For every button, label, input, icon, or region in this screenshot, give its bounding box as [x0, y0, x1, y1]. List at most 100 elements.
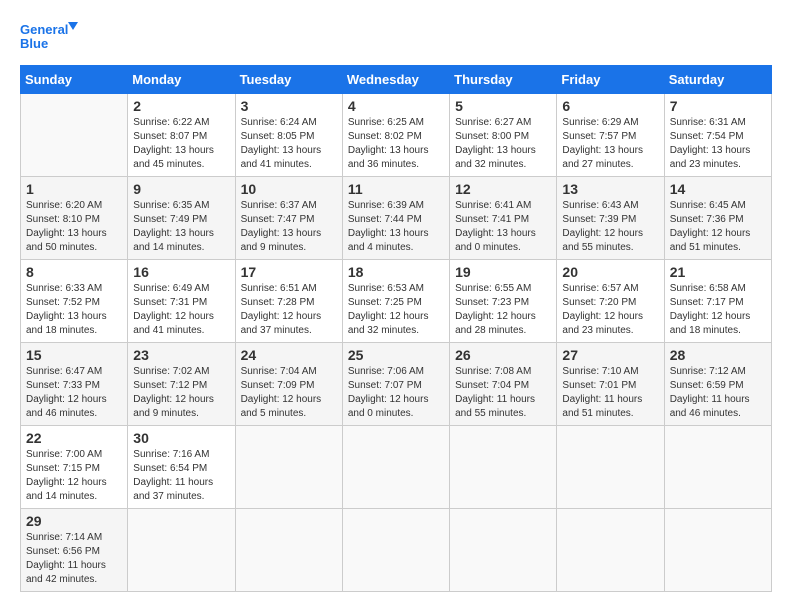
calendar-cell: 16 Sunrise: 6:49 AM Sunset: 7:31 PM Dayli…: [128, 260, 235, 343]
day-header-tuesday: Tuesday: [235, 66, 342, 94]
day-info: Sunrise: 6:43 AM Sunset: 7:39 PM Dayligh…: [562, 199, 658, 255]
day-number: 14: [670, 181, 766, 197]
calendar-cell: 17 Sunrise: 6:51 AM Sunset: 7:28 PM Dayli…: [235, 260, 342, 343]
day-header-wednesday: Wednesday: [342, 66, 449, 94]
day-number: 29: [26, 513, 122, 529]
day-number: 22: [26, 430, 122, 446]
day-info: Sunrise: 7:04 AM Sunset: 7:09 PM Dayligh…: [241, 365, 337, 421]
day-number: 21: [670, 264, 766, 280]
day-info: Sunrise: 7:12 AM Sunset: 6:59 PM Dayligh…: [670, 365, 766, 421]
day-info: Sunrise: 6:20 AM Sunset: 8:10 PM Dayligh…: [26, 199, 122, 255]
day-info: Sunrise: 6:39 AM Sunset: 7:44 PM Dayligh…: [348, 199, 444, 255]
day-number: 25: [348, 347, 444, 363]
day-number: 12: [455, 181, 551, 197]
day-info: Sunrise: 6:29 AM Sunset: 7:57 PM Dayligh…: [562, 116, 658, 172]
calendar-cell: 6 Sunrise: 6:29 AM Sunset: 7:57 PM Daylig…: [557, 94, 664, 177]
calendar-week-5: 29 Sunrise: 7:14 AM Sunset: 6:56 PM Dayli…: [21, 509, 772, 592]
calendar-cell: [21, 94, 128, 177]
day-header-thursday: Thursday: [450, 66, 557, 94]
calendar-cell: 10 Sunrise: 6:37 AM Sunset: 7:47 PM Dayli…: [235, 177, 342, 260]
calendar-cell: 3Sunrise: 6:24 AM Sunset: 8:05 PM Daylig…: [235, 94, 342, 177]
day-info: Sunrise: 7:06 AM Sunset: 7:07 PM Dayligh…: [348, 365, 444, 421]
day-number: 13: [562, 181, 658, 197]
calendar-week-0: 2Sunrise: 6:22 AM Sunset: 8:07 PM Daylig…: [21, 94, 772, 177]
calendar-cell: [664, 509, 771, 592]
day-info: Sunrise: 7:16 AM Sunset: 6:54 PM Dayligh…: [133, 448, 229, 504]
day-info: Sunrise: 6:51 AM Sunset: 7:28 PM Dayligh…: [241, 282, 337, 338]
day-info: Sunrise: 6:37 AM Sunset: 7:47 PM Dayligh…: [241, 199, 337, 255]
calendar-cell: 27Sunrise: 7:10 AM Sunset: 7:01 PM Dayli…: [557, 343, 664, 426]
calendar-cell: 29 Sunrise: 7:14 AM Sunset: 6:56 PM Dayli…: [21, 509, 128, 592]
day-number: 28: [670, 347, 766, 363]
day-info: Sunrise: 6:25 AM Sunset: 8:02 PM Dayligh…: [348, 116, 444, 172]
calendar-cell: [557, 509, 664, 592]
calendar-cell: [450, 509, 557, 592]
logo: GeneralBlue: [20, 20, 80, 55]
calendar-cell: [450, 426, 557, 509]
calendar-week-1: 1 Sunrise: 6:20 AM Sunset: 8:10 PM Daylig…: [21, 177, 772, 260]
day-number: 11: [348, 181, 444, 197]
day-info: Sunrise: 7:00 AM Sunset: 7:15 PM Dayligh…: [26, 448, 122, 504]
day-info: Sunrise: 6:35 AM Sunset: 7:49 PM Dayligh…: [133, 199, 229, 255]
calendar-cell: 4 Sunrise: 6:25 AM Sunset: 8:02 PM Daylig…: [342, 94, 449, 177]
day-number: 24: [241, 347, 337, 363]
day-info: Sunrise: 7:08 AM Sunset: 7:04 PM Dayligh…: [455, 365, 551, 421]
calendar-cell: 26 Sunrise: 7:08 AM Sunset: 7:04 PM Dayli…: [450, 343, 557, 426]
day-number: 19: [455, 264, 551, 280]
day-info: Sunrise: 6:31 AM Sunset: 7:54 PM Dayligh…: [670, 116, 766, 172]
day-header-monday: Monday: [128, 66, 235, 94]
day-number: 4: [348, 98, 444, 114]
day-info: Sunrise: 6:41 AM Sunset: 7:41 PM Dayligh…: [455, 199, 551, 255]
day-number: 9: [133, 181, 229, 197]
day-info: Sunrise: 6:49 AM Sunset: 7:31 PM Dayligh…: [133, 282, 229, 338]
calendar-week-4: 22 Sunrise: 7:00 AM Sunset: 7:15 PM Dayli…: [21, 426, 772, 509]
calendar-cell: 18 Sunrise: 6:53 AM Sunset: 7:25 PM Dayli…: [342, 260, 449, 343]
calendar-cell: [235, 426, 342, 509]
day-number: 18: [348, 264, 444, 280]
day-header-sunday: Sunday: [21, 66, 128, 94]
calendar-cell: 28 Sunrise: 7:12 AM Sunset: 6:59 PM Dayli…: [664, 343, 771, 426]
calendar-cell: 11 Sunrise: 6:39 AM Sunset: 7:44 PM Dayli…: [342, 177, 449, 260]
calendar-cell: 13 Sunrise: 6:43 AM Sunset: 7:39 PM Dayli…: [557, 177, 664, 260]
day-info: Sunrise: 6:53 AM Sunset: 7:25 PM Dayligh…: [348, 282, 444, 338]
day-number: 16: [133, 264, 229, 280]
svg-text:General: General: [20, 22, 68, 37]
day-info: Sunrise: 7:14 AM Sunset: 6:56 PM Dayligh…: [26, 531, 122, 587]
calendar-cell: 2Sunrise: 6:22 AM Sunset: 8:07 PM Daylig…: [128, 94, 235, 177]
day-header-friday: Friday: [557, 66, 664, 94]
calendar-cell: [557, 426, 664, 509]
day-number: 26: [455, 347, 551, 363]
day-number: 10: [241, 181, 337, 197]
calendar-cell: [664, 426, 771, 509]
calendar-cell: 7Sunrise: 6:31 AM Sunset: 7:54 PM Daylig…: [664, 94, 771, 177]
calendar-cell: 25 Sunrise: 7:06 AM Sunset: 7:07 PM Dayli…: [342, 343, 449, 426]
day-number: 17: [241, 264, 337, 280]
day-info: Sunrise: 7:02 AM Sunset: 7:12 PM Dayligh…: [133, 365, 229, 421]
calendar-cell: 22 Sunrise: 7:00 AM Sunset: 7:15 PM Dayli…: [21, 426, 128, 509]
calendar-week-3: 15Sunrise: 6:47 AM Sunset: 7:33 PM Dayli…: [21, 343, 772, 426]
calendar-table: SundayMondayTuesdayWednesdayThursdayFrid…: [20, 65, 772, 592]
day-info: Sunrise: 6:27 AM Sunset: 8:00 PM Dayligh…: [455, 116, 551, 172]
day-number: 3: [241, 98, 337, 114]
day-number: 6: [562, 98, 658, 114]
day-info: Sunrise: 6:33 AM Sunset: 7:52 PM Dayligh…: [26, 282, 122, 338]
day-number: 1: [26, 181, 122, 197]
day-info: Sunrise: 6:55 AM Sunset: 7:23 PM Dayligh…: [455, 282, 551, 338]
day-info: Sunrise: 6:58 AM Sunset: 7:17 PM Dayligh…: [670, 282, 766, 338]
calendar-cell: 24 Sunrise: 7:04 AM Sunset: 7:09 PM Dayli…: [235, 343, 342, 426]
days-header-row: SundayMondayTuesdayWednesdayThursdayFrid…: [21, 66, 772, 94]
day-info: Sunrise: 6:45 AM Sunset: 7:36 PM Dayligh…: [670, 199, 766, 255]
calendar-cell: 12 Sunrise: 6:41 AM Sunset: 7:41 PM Dayli…: [450, 177, 557, 260]
calendar-cell: 5Sunrise: 6:27 AM Sunset: 8:00 PM Daylig…: [450, 94, 557, 177]
day-info: Sunrise: 6:22 AM Sunset: 8:07 PM Dayligh…: [133, 116, 229, 172]
calendar-cell: 21 Sunrise: 6:58 AM Sunset: 7:17 PM Dayli…: [664, 260, 771, 343]
day-number: 23: [133, 347, 229, 363]
calendar-cell: 19 Sunrise: 6:55 AM Sunset: 7:23 PM Dayli…: [450, 260, 557, 343]
calendar-cell: 9 Sunrise: 6:35 AM Sunset: 7:49 PM Daylig…: [128, 177, 235, 260]
calendar-cell: 8Sunrise: 6:33 AM Sunset: 7:52 PM Daylig…: [21, 260, 128, 343]
day-number: 27: [562, 347, 658, 363]
calendar-week-2: 8Sunrise: 6:33 AM Sunset: 7:52 PM Daylig…: [21, 260, 772, 343]
calendar-cell: [342, 426, 449, 509]
calendar-cell: [128, 509, 235, 592]
calendar-cell: 23 Sunrise: 7:02 AM Sunset: 7:12 PM Dayli…: [128, 343, 235, 426]
